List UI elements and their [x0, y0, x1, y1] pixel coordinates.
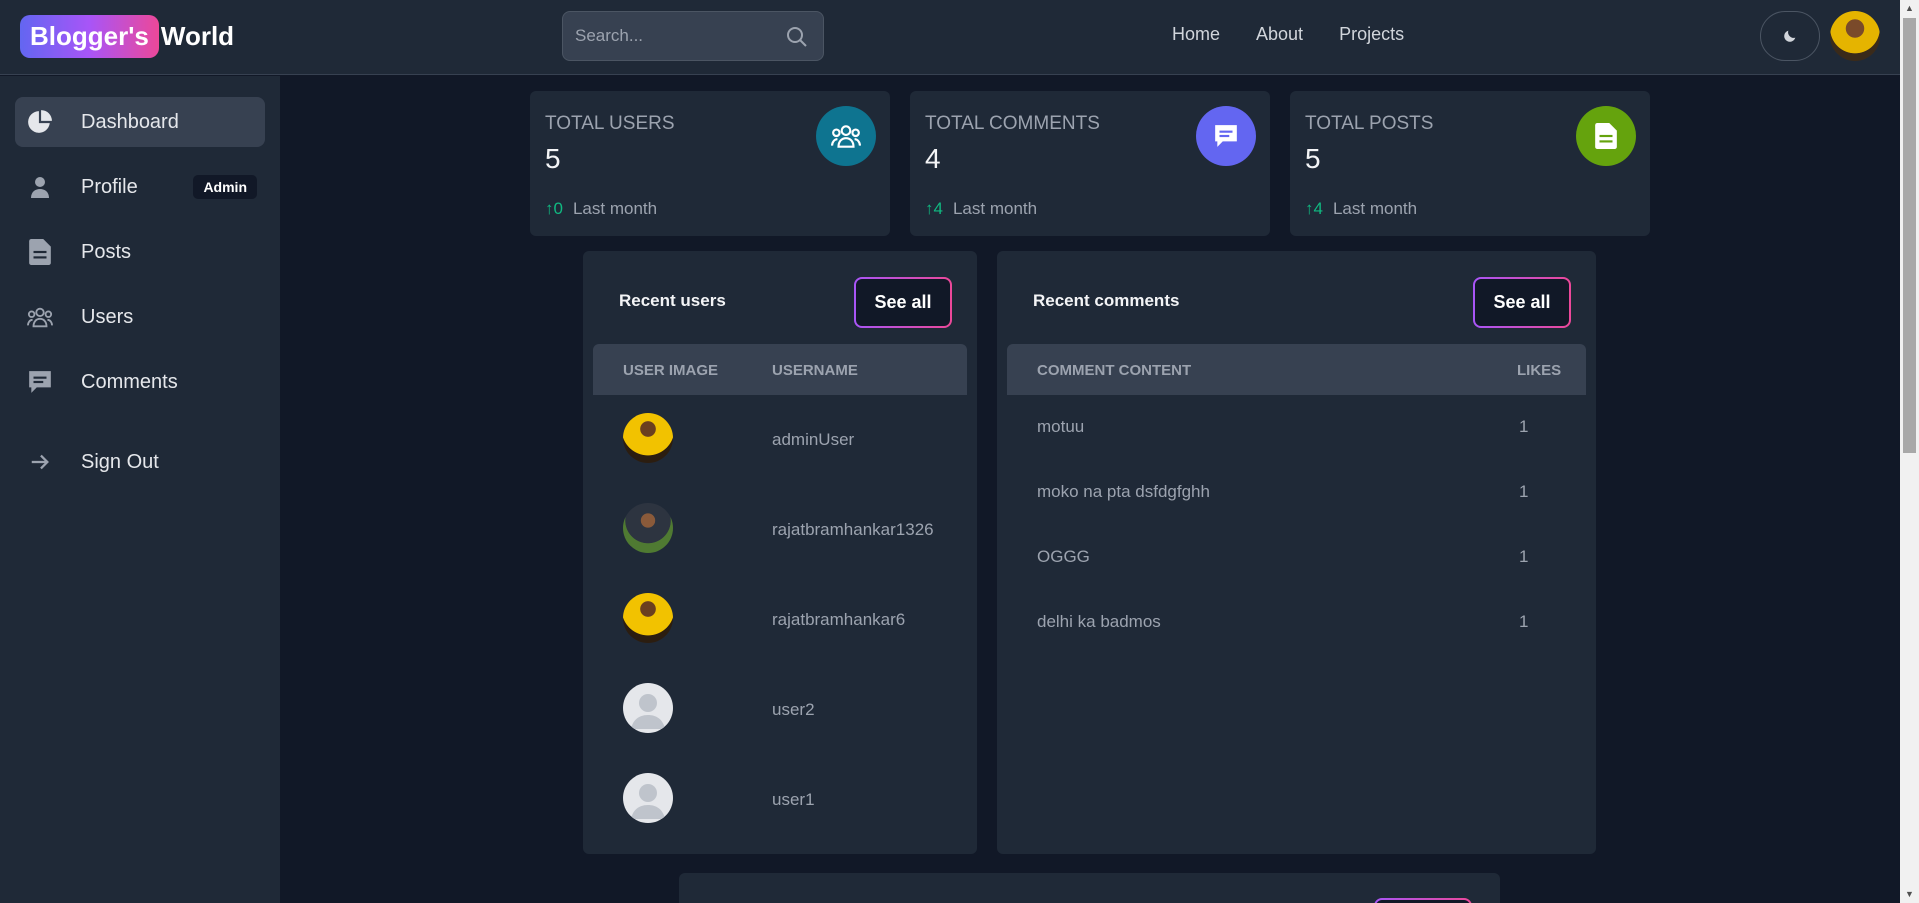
search-icon[interactable] — [785, 25, 809, 49]
document-icon — [27, 239, 53, 265]
sidebar-item-label: Users — [81, 305, 134, 328]
default-avatar-icon — [623, 683, 673, 733]
recent-users-panel: Recent users See all User image Username… — [583, 251, 977, 854]
column-header-user-image: User image — [623, 362, 719, 379]
avatar — [623, 503, 673, 553]
stat-title: Total Comments — [925, 113, 1100, 134]
sidebar-item-label: Dashboard — [81, 110, 179, 133]
avatar — [623, 413, 673, 463]
column-header-likes: Likes — [1517, 362, 1562, 379]
sidebar: Dashboard Profile Admin Posts Users Comm… — [0, 76, 280, 903]
theme-toggle-button[interactable] — [1760, 11, 1820, 61]
username-cell: rajatbramhankar1326 — [772, 520, 934, 539]
main-nav: Home About Projects — [1172, 24, 1404, 45]
stat-title: Total Users — [545, 113, 675, 134]
top-navbar: Blogger's World Home About Projects — [0, 0, 1900, 75]
arrow-up-icon: ↑ — [1305, 199, 1314, 218]
users-icon — [27, 304, 53, 330]
moon-icon — [1784, 30, 1796, 42]
username-cell: adminUser — [772, 430, 855, 449]
scroll-up-arrow-icon[interactable]: ▲ — [1900, 0, 1919, 17]
stat-value: 5 — [1305, 143, 1321, 174]
sidebar-item-label: Profile — [81, 175, 138, 198]
sidebar-item-comments[interactable]: Comments — [15, 357, 265, 407]
see-all-posts-button[interactable] — [1374, 898, 1472, 903]
likes-cell: 1 — [1519, 417, 1529, 436]
default-avatar-icon — [623, 773, 673, 823]
avatar — [623, 593, 673, 643]
stat-card-posts: Total Posts 5 ↑4 Last month — [1290, 91, 1650, 236]
stat-change: ↑0 — [545, 199, 563, 218]
recent-comments-panel: Recent comments See all Comment content … — [997, 251, 1596, 854]
admin-badge: Admin — [193, 175, 257, 199]
document-icon — [1576, 106, 1636, 166]
search-box — [562, 11, 824, 61]
page-scrollbar[interactable]: ▲ ▼ — [1900, 0, 1919, 903]
sidebar-item-dashboard[interactable]: Dashboard — [15, 97, 265, 147]
scroll-down-arrow-icon[interactable]: ▼ — [1900, 886, 1919, 903]
logo[interactable]: Blogger's World — [20, 14, 235, 58]
username-cell: user2 — [772, 700, 815, 719]
sidebar-item-profile[interactable]: Profile Admin — [15, 162, 265, 212]
recent-posts-panel — [679, 873, 1500, 903]
username-cell: user1 — [772, 790, 815, 809]
comment-content-cell: moko na pta dsfdgfghh — [1037, 482, 1210, 501]
stat-footer: ↑4 Last month — [925, 199, 1037, 219]
likes-cell: 1 — [1519, 482, 1529, 501]
panel-title: Recent comments — [1033, 291, 1180, 310]
stat-period: Last month — [1332, 199, 1418, 218]
comment-content-cell: motuu — [1037, 417, 1085, 436]
username-cell: rajatbramhankar6 — [772, 610, 906, 629]
stat-value: 4 — [925, 143, 941, 174]
likes-cell: 1 — [1519, 547, 1529, 566]
stat-footer: ↑0 Last month — [545, 199, 657, 219]
stat-footer: ↑4 Last month — [1305, 199, 1417, 219]
sidebar-item-label: Posts — [81, 240, 132, 263]
arrow-up-icon: ↑ — [545, 199, 554, 218]
user-avatar[interactable] — [1830, 11, 1880, 61]
panel-title: Recent users — [619, 291, 726, 310]
users-icon — [816, 106, 876, 166]
nav-home[interactable]: Home — [1172, 24, 1220, 45]
sidebar-item-label: Sign Out — [81, 450, 159, 473]
stat-change: ↑4 — [1305, 199, 1323, 218]
stat-change: ↑4 — [925, 199, 943, 218]
stat-value: 5 — [545, 143, 561, 174]
arrow-right-icon — [27, 449, 53, 475]
comment-content-cell: OGGG — [1037, 547, 1090, 566]
comment-content-cell: delhi ka badmos — [1037, 612, 1161, 631]
table-header: User image Username — [593, 344, 967, 395]
scroll-thumb[interactable] — [1903, 18, 1916, 453]
see-all-comments-button[interactable]: See all — [1473, 277, 1571, 328]
pie-chart-icon — [27, 109, 53, 135]
see-all-users-button[interactable]: See all — [854, 277, 952, 328]
stat-period: Last month — [952, 199, 1038, 218]
search-input[interactable] — [575, 12, 775, 60]
stat-period: Last month — [572, 199, 658, 218]
sidebar-item-label: Comments — [81, 370, 178, 393]
column-header-comment-content: Comment content — [1037, 362, 1192, 379]
comment-icon — [1196, 106, 1256, 166]
likes-cell: 1 — [1519, 612, 1529, 631]
sidebar-item-users[interactable]: Users — [15, 292, 265, 342]
sidebar-item-posts[interactable]: Posts — [15, 227, 265, 277]
comment-icon — [27, 369, 53, 395]
stat-card-users: Total Users 5 ↑0 Last month — [530, 91, 890, 236]
nav-projects[interactable]: Projects — [1339, 24, 1404, 45]
table-header: Comment content Likes — [1007, 344, 1586, 395]
logo-word: World — [160, 20, 235, 51]
sidebar-item-signout[interactable]: Sign Out — [15, 437, 265, 487]
arrow-up-icon: ↑ — [925, 199, 934, 218]
column-header-username: Username — [772, 362, 858, 379]
stat-card-comments: Total Comments 4 ↑4 Last month — [910, 91, 1270, 236]
user-icon — [27, 174, 53, 200]
nav-about[interactable]: About — [1256, 24, 1303, 45]
stat-title: Total Posts — [1305, 113, 1434, 134]
logo-highlight: Blogger's — [20, 14, 159, 58]
